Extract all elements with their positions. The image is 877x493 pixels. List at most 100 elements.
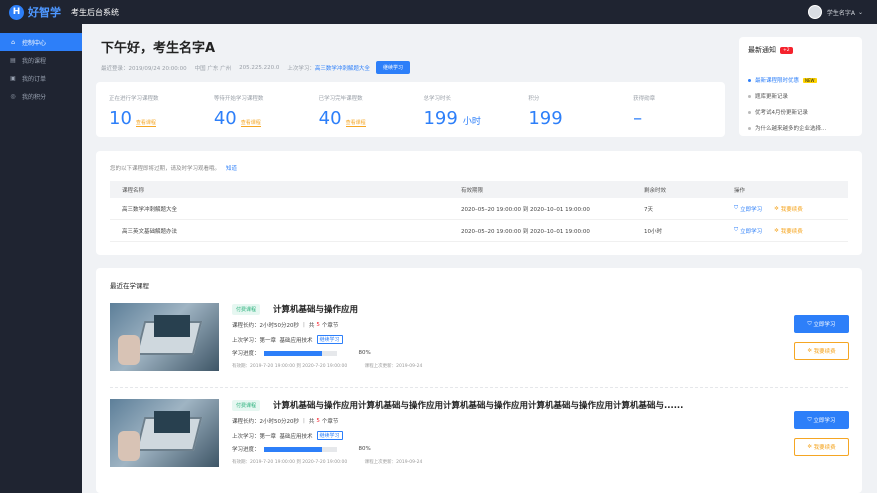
sidebar-item-points[interactable]: ◎ 我的积分	[0, 87, 82, 105]
chapters-suffix: 个章节	[321, 323, 339, 329]
table-row: 高三数学冲刺解题大全 2020–05–20 19:00:00 到 2020–10…	[110, 198, 848, 220]
column-header: 有效期限	[461, 187, 484, 194]
last-study-label: 上次学习：	[232, 337, 260, 344]
course-title[interactable]: 计算机基础与操作应用计算机基础与操作应用计算机基础与操作应用计算机基础与操作应用…	[273, 399, 763, 411]
view-courses-link[interactable]: 查看课程	[135, 119, 156, 127]
sidebar-item-label: 我的课程	[22, 57, 47, 65]
stat-label: 总学习时长	[423, 96, 451, 102]
chapters-suffix: 个章节	[321, 419, 339, 425]
user-name: 学生名字A	[826, 9, 855, 17]
stat-waiting: 等待开始学习课程数 40 查看课程	[201, 82, 306, 137]
renew-button[interactable]: ✲ 我要续费	[794, 438, 849, 456]
study-now-button[interactable]: ⛉ 立即学习	[794, 315, 849, 333]
course-duration: 课程长约： 2小时50分20秒 | 共 5 个章节	[232, 321, 338, 329]
continue-link[interactable]: 继续学习	[316, 431, 343, 440]
shield-icon: ⛉	[734, 227, 739, 233]
course-type-tag: 付费课程	[232, 400, 261, 411]
study-now-link[interactable]: ⛉ 立即学习	[734, 205, 762, 213]
chapters-prefix: 共	[308, 419, 315, 425]
view-courses-link[interactable]: 查看课程	[240, 119, 261, 127]
stat-label: 积分	[528, 96, 540, 102]
renew-button[interactable]: ✲ 我要续费	[794, 342, 849, 360]
logo[interactable]: H 好智学	[9, 4, 61, 20]
renew-label: 我要续费	[813, 349, 836, 355]
continue-study-button[interactable]: 继续学习	[375, 61, 410, 74]
renew-link[interactable]: ✲ 我要续费	[774, 227, 803, 235]
course-last-study: 上次学习： 第一章 基础应用技术 继续学习	[232, 431, 343, 440]
progress-value: 80%	[358, 350, 371, 356]
system-name: 考生后台系统	[71, 7, 119, 17]
book-icon: ▤	[10, 56, 16, 64]
avatar[interactable]	[807, 5, 822, 19]
chapters-count: 5	[316, 418, 320, 424]
divider	[110, 387, 848, 388]
period-cell: 2020–05–20 19:00:00 到 2020–10–01 19:00:0…	[461, 206, 590, 213]
progress-bar	[263, 350, 337, 356]
column-header: 课程名称	[122, 187, 145, 194]
renew-label: 我要续费	[780, 206, 803, 213]
sidebar-item-dashboard[interactable]: ⌂ 控制中心	[0, 33, 82, 51]
renew-label: 我要续费	[813, 445, 836, 451]
duration-value: 2小时50分20秒	[259, 419, 300, 425]
course-title[interactable]: 计算机基础与操作应用	[273, 303, 763, 315]
notice-item[interactable]: 优考试4月份更新记录	[748, 104, 853, 120]
study-now-label: 立即学习	[813, 322, 836, 328]
remaining-cell: 10小时	[644, 228, 662, 235]
course-meta: 有效期：2019-7-20 19:00:00 到 2020-7-20 19:00…	[232, 459, 438, 465]
course-thumbnail[interactable]	[110, 303, 219, 371]
dismiss-link[interactable]: 知道	[226, 166, 237, 172]
sidebar: ⌂ 控制中心 ▤ 我的课程 ▣ 我的订单 ◎ 我的积分	[0, 24, 82, 493]
notice-text: 题库更新记录	[755, 94, 789, 100]
chevron-down-icon[interactable]: ⌄	[858, 9, 863, 16]
course-progress: 学习进度： 80%	[232, 445, 371, 453]
duration-label: 课程长约：	[232, 323, 260, 329]
last-study-course-link[interactable]: 高三数学冲刺解题大全	[315, 64, 370, 72]
progress-value: 80%	[358, 446, 371, 452]
expire-tip-text: 您的以下课程即将过期，请及时学习观看哦。	[110, 166, 221, 172]
course-thumbnail[interactable]	[110, 399, 219, 467]
study-now-button[interactable]: ⛉ 立即学习	[794, 411, 849, 429]
course-meta: 有效期：2019-7-20 19:00:00 到 2020-7-20 19:00…	[232, 363, 438, 369]
notice-item[interactable]: 为什么越来越多的企业选择...	[748, 120, 853, 136]
home-icon: ⌂	[11, 38, 15, 46]
recent-courses-card: 最近在学课程 付费课程 计算机基础与操作应用 课程长约： 2小时50分20秒 |…	[96, 268, 862, 493]
stats-card: 正在进行学习课程数 10 查看课程 等待开始学习课程数 40 查看课程 已学习完毕课…	[96, 82, 725, 137]
stat-study-time: 总学习时长 199 小时	[410, 82, 515, 137]
study-now-label: 立即学习	[813, 418, 836, 424]
logo-icon: H	[9, 4, 24, 20]
shield-icon: ⛉	[734, 205, 739, 211]
sidebar-item-orders[interactable]: ▣ 我的订单	[0, 69, 82, 87]
notice-item[interactable]: 题库更新记录	[748, 88, 853, 104]
study-now-link[interactable]: ⛉ 立即学习	[734, 227, 762, 235]
bullet-icon	[748, 126, 751, 130]
notice-title: 最新通知	[748, 46, 776, 54]
notice-count-badge: +2	[780, 46, 793, 54]
screen-image	[154, 411, 190, 433]
course-duration: 课程长约： 2小时50分20秒 | 共 5 个章节	[232, 417, 338, 425]
study-now-label: 立即学习	[740, 228, 763, 235]
stat-value: 40	[213, 108, 237, 129]
sidebar-item-courses[interactable]: ▤ 我的课程	[0, 51, 82, 69]
table-row: 高三英文基础解题办法 2020–05–20 19:00:00 到 2020–10…	[110, 220, 848, 242]
stat-value: –	[633, 108, 643, 129]
progress-fill	[263, 446, 322, 452]
sidebar-item-label: 我的积分	[22, 93, 47, 101]
login-info: 最近登录：2019/09/24 20:00:00 中国 广东 广州 205.22…	[101, 61, 410, 74]
expiring-table: 课程名称 有效期限 剩余时效 操作 高三数学冲刺解题大全 2020–05–20 …	[110, 181, 848, 242]
notice-item[interactable]: 最新课程限时优惠 NEW	[748, 72, 853, 88]
stat-value: 199	[528, 108, 563, 129]
user-menu[interactable]: 学生名字A ⌄	[807, 5, 863, 19]
course-type-tag: 付费课程	[232, 304, 261, 315]
view-courses-link[interactable]: 查看课程	[345, 119, 366, 127]
notice-text: 为什么越来越多的企业选择...	[755, 126, 827, 132]
validity-text: 有效期：2019-7-20 19:00:00 到 2020-7-20 19:00…	[232, 460, 348, 465]
progress-fill	[263, 350, 322, 356]
last-section: 基础应用技术	[279, 433, 313, 440]
renew-link[interactable]: ✲ 我要续费	[774, 205, 803, 213]
notice-card: 最新通知 +2 最新课程限时优惠 NEW 题库更新记录 优考试4月份更新记录 为…	[739, 37, 862, 136]
top-bar: H 好智学 考生后台系统 学生名字A ⌄	[0, 0, 877, 24]
continue-link[interactable]: 继续学习	[316, 335, 343, 344]
login-location: 中国 广东 广州	[194, 65, 232, 72]
duration-label: 课程长约：	[232, 419, 260, 425]
last-chapter: 第一章	[259, 337, 277, 344]
